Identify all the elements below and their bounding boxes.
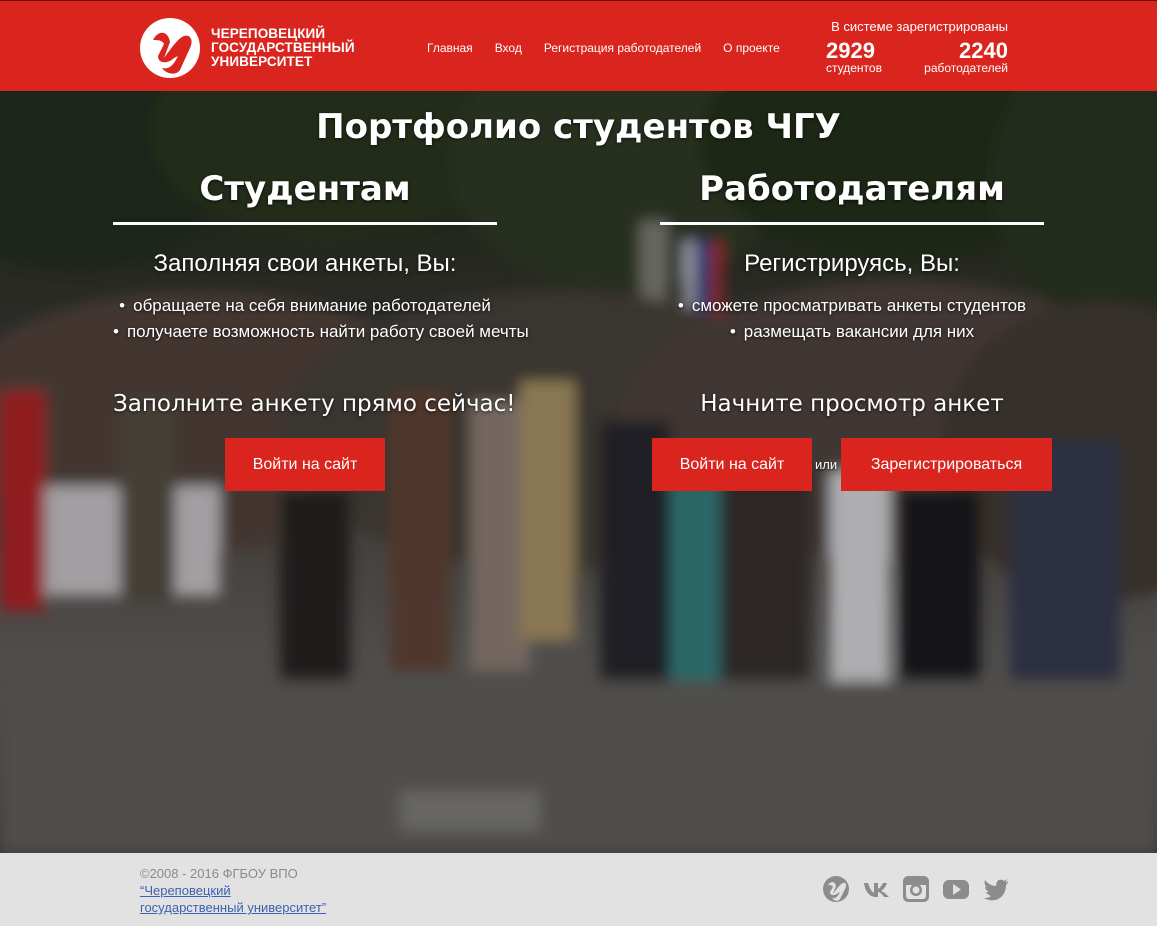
copyright-block: ©2008 - 2016 ФГБОУ ВПО “Череповецкий гос… <box>140 865 326 916</box>
employers-count: 2240 <box>959 38 1008 63</box>
hero-section: Портфолио студентов ЧГУ Студентам Заполн… <box>0 91 1157 853</box>
logo-line-2: ГОСУДАРСТВЕННЫЙ <box>211 40 355 55</box>
university-link-line-2: государственный университет” <box>140 900 327 915</box>
page-title: Портфолио студентов ЧГУ <box>316 107 841 147</box>
list-item: сможете просматривать анкеты студентов <box>660 293 1044 319</box>
main-nav: Главная Вход Регистрация работодателей О… <box>427 41 802 55</box>
students-heading: Студентам <box>113 169 497 225</box>
logo-line-3: УНИВЕРСИТЕТ <box>211 54 313 69</box>
list-item: получаете возможность найти работу своей… <box>113 319 529 345</box>
students-cta-text: Заполните анкету прямо сейчас! <box>113 391 516 417</box>
instagram-icon[interactable] <box>902 875 930 903</box>
employer-login-button[interactable]: Войти на сайт <box>652 438 812 491</box>
nav-login[interactable]: Вход <box>495 41 522 55</box>
student-login-button[interactable]: Войти на сайт <box>225 438 385 491</box>
employer-register-button[interactable]: Зарегистрироваться <box>841 438 1052 491</box>
employers-column: Работодателям Регистрируясь, Вы: сможете… <box>660 169 1044 417</box>
list-item: размещать вакансии для них <box>660 319 1044 345</box>
logo-text: ЧЕРЕПОВЕЦКИЙ ГОСУДАРСТВЕННЫЙ УНИВЕРСИТЕТ <box>211 27 355 69</box>
students-count: 2929 <box>826 38 875 63</box>
vk-icon[interactable] <box>862 875 890 903</box>
twitter-icon[interactable] <box>982 875 1010 903</box>
registration-stats: В системе зарегистрированы 2929 студенто… <box>826 19 1008 75</box>
students-subtitle: Заполняя свои анкеты, Вы: <box>153 250 457 277</box>
copyright-text: ©2008 - 2016 ФГБОУ ВПО <box>140 866 298 881</box>
university-link[interactable]: “Череповецкий государственный университе… <box>140 882 326 916</box>
students-benefits-list: обращаете на себя внимание работодателей… <box>113 293 529 345</box>
students-label: студентов <box>826 61 882 75</box>
logo-mark-icon <box>140 18 200 78</box>
nav-about[interactable]: О проекте <box>723 41 780 55</box>
employers-label: работодателей <box>924 61 1008 75</box>
stats-title: В системе зарегистрированы <box>831 19 1008 34</box>
nav-home[interactable]: Главная <box>427 41 473 55</box>
employers-subtitle: Регистрируясь, Вы: <box>744 250 960 277</box>
site-header: ЧЕРЕПОВЕЦКИЙ ГОСУДАРСТВЕННЫЙ УНИВЕРСИТЕТ… <box>0 0 1157 91</box>
chsu-icon[interactable] <box>822 875 850 903</box>
students-column: Студентам Заполняя свои анкеты, Вы: обра… <box>113 169 529 417</box>
list-item: обращаете на себя внимание работодателей <box>113 293 497 319</box>
employers-heading: Работодателям <box>660 169 1044 225</box>
social-links <box>810 875 1010 903</box>
employers-benefits-list: сможете просматривать анкеты студентов р… <box>660 293 1044 345</box>
nav-employer-registration[interactable]: Регистрация работодателей <box>544 41 701 55</box>
university-logo[interactable]: ЧЕРЕПОВЕЦКИЙ ГОСУДАРСТВЕННЫЙ УНИВЕРСИТЕТ <box>140 18 355 78</box>
logo-line-1: ЧЕРЕПОВЕЦКИЙ <box>211 26 326 41</box>
employers-stat: 2240 работодателей <box>924 40 1008 75</box>
youtube-icon[interactable] <box>942 875 970 903</box>
or-label: или <box>815 457 838 472</box>
university-link-line-1: “Череповецкий <box>140 883 231 898</box>
site-footer: ©2008 - 2016 ФГБОУ ВПО “Череповецкий гос… <box>0 853 1157 926</box>
stats-row: 2929 студентов 2240 работодателей <box>826 40 1008 75</box>
students-stat: 2929 студентов <box>826 40 882 75</box>
employers-cta-text: Начните просмотр анкет <box>700 391 1004 417</box>
